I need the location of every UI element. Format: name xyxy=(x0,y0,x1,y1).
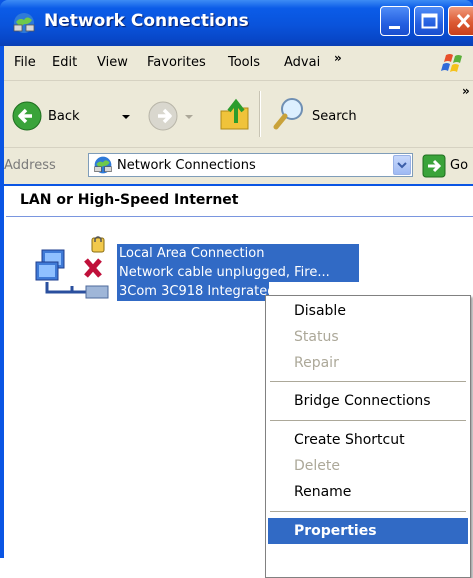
address-dropdown-button[interactable] xyxy=(393,155,411,175)
menu-separator xyxy=(270,511,466,512)
menu-separator xyxy=(270,420,466,421)
windows-logo-icon xyxy=(436,48,473,78)
menu-item-disable[interactable]: Disable xyxy=(268,298,468,324)
back-dropdown-arrow-icon[interactable] xyxy=(122,115,130,119)
menu-view[interactable]: View xyxy=(97,55,128,70)
connection-name: Local Area Connection xyxy=(117,244,359,263)
network-connections-icon xyxy=(94,156,112,174)
go-button[interactable]: Go xyxy=(450,158,468,173)
menu-overflow-chevron[interactable]: » xyxy=(334,51,342,65)
menu-edit[interactable]: Edit xyxy=(52,55,77,70)
menu-item-delete: Delete xyxy=(294,458,340,474)
toolbar-overflow-chevron[interactable]: » xyxy=(462,84,470,98)
back-arrow-icon[interactable] xyxy=(12,101,42,131)
menu-item-repair: Repair xyxy=(294,355,339,371)
menu-item-properties[interactable]: Properties xyxy=(268,518,468,544)
menu-item-rename[interactable]: Rename xyxy=(268,479,468,505)
address-value: Network Connections xyxy=(117,158,256,173)
minimize-icon xyxy=(389,26,400,29)
search-button[interactable]: Search xyxy=(312,109,357,124)
forward-arrow-icon[interactable] xyxy=(148,101,178,131)
close-button[interactable] xyxy=(448,6,473,36)
go-arrow-icon[interactable] xyxy=(422,154,446,178)
lan-connection-icon[interactable] xyxy=(34,236,116,306)
toolbar-separator xyxy=(259,91,261,137)
window-title: Network Connections xyxy=(44,11,249,31)
address-bar: Address Network Connections Go xyxy=(4,148,473,184)
menu-favorites[interactable]: Favorites xyxy=(147,55,206,70)
lan-connection-item[interactable]: Local Area Connection Network cable unpl… xyxy=(117,244,359,301)
address-input[interactable]: Network Connections xyxy=(88,153,413,177)
close-icon xyxy=(456,13,471,29)
section-header-label: LAN or High-Speed Internet xyxy=(20,192,239,208)
menu-bar: File Edit View Favorites Tools Advai » xyxy=(4,46,473,81)
menu-file[interactable]: File xyxy=(14,55,36,70)
network-connections-window: Network Connections File Edit View Favor… xyxy=(0,0,473,578)
toolbar: Back Search » xyxy=(4,81,473,148)
chevron-down-icon xyxy=(397,162,407,169)
connection-device: 3Com 3C918 Integrated Fast... xyxy=(117,282,269,301)
menu-tools[interactable]: Tools xyxy=(228,55,260,70)
up-folder-icon[interactable] xyxy=(218,97,252,133)
menu-item-status: Status xyxy=(294,329,339,345)
maximize-button[interactable] xyxy=(414,6,444,36)
back-button[interactable]: Back xyxy=(48,109,80,124)
menu-separator xyxy=(270,381,466,382)
address-label: Address xyxy=(4,158,56,173)
menu-advanced[interactable]: Advai xyxy=(284,55,332,70)
forward-dropdown-arrow-icon xyxy=(185,115,193,119)
network-connections-icon xyxy=(13,13,35,33)
menu-item-create-shortcut[interactable]: Create Shortcut xyxy=(268,427,468,453)
section-header: LAN or High-Speed Internet xyxy=(6,186,473,217)
maximize-icon xyxy=(421,13,438,29)
connection-status: Network cable unplugged, Fire... xyxy=(117,263,359,282)
context-menu: Disable Status Repair Bridge Connections… xyxy=(265,295,471,578)
menu-item-bridge-connections[interactable]: Bridge Connections xyxy=(268,388,468,414)
search-icon[interactable] xyxy=(272,95,308,133)
minimize-button[interactable] xyxy=(380,6,410,36)
title-bar[interactable]: Network Connections xyxy=(0,0,473,46)
